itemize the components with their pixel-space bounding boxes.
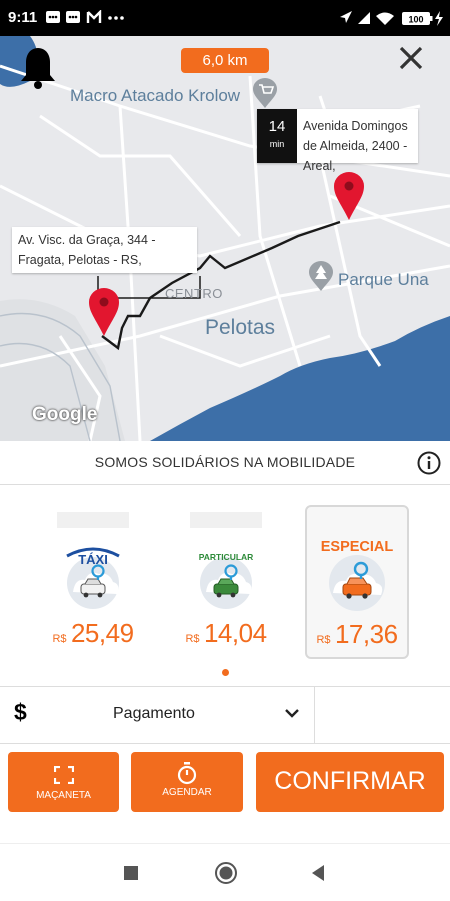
chevron-down-icon [285,709,299,718]
currency-label: R$ [185,633,200,645]
destination-address: Avenida Domingos de Almeida, 2400 - Area… [303,119,408,173]
payment-selector[interactable]: $ Pagamento [0,687,314,743]
price-particular: R$ 14,04 [172,618,280,649]
currency-label: R$ [316,634,331,646]
eta-box: 14 min [257,109,297,163]
carousel-page-indicator [222,669,229,676]
status-bar: 9:11 100 [0,0,450,36]
agendar-label: AGENDAR [162,787,212,798]
eta-unit: min [269,139,285,149]
card-top-bar [190,512,262,528]
payment-divider [314,687,315,743]
timer-icon [177,762,197,785]
confirmar-button[interactable]: CONFIRMAR [256,752,444,812]
notification-icons [46,10,124,23]
badge-especial: ESPECIAL [321,539,394,555]
price-taxi: R$ 25,49 [39,618,147,649]
origin-address: Av. Visc. da Graça, 344 - Fragata, Pelot… [18,233,156,267]
distance-badge: 6,0 km [181,48,269,73]
badge-taxi: TÁXI [78,552,108,567]
agendar-button[interactable]: AGENDAR [131,752,243,812]
navigation-bar [0,843,450,901]
status-time: 9:11 [8,9,38,26]
payment-row: $ Pagamento [0,686,450,744]
battery-level: 100 [408,15,423,25]
city-label: Pelotas [205,316,276,339]
card-top-bar [57,512,129,528]
shopping-cart-icon [253,78,277,108]
map-view[interactable]: Macro Atacado Krolow Parque Una CENTRO P… [0,36,450,441]
eta-value: 14 [268,118,286,135]
google-logo: Google [32,404,98,425]
price-value: 25,49 [70,618,134,648]
ride-option-taxi[interactable]: TÁXI R$ 25,49 [39,508,147,656]
dollar-icon: $ [14,699,27,725]
bell-icon[interactable] [19,45,57,91]
notice-text: SOMOS SOLIDÁRIOS NA MOBILIDADE [94,454,356,470]
poi-macro-atacado[interactable]: Macro Atacado Krolow [70,86,240,106]
ride-option-particular[interactable]: PARTICULAR R$ 14,04 [172,508,280,656]
district-label: CENTRO [165,286,223,301]
square-icon[interactable] [124,866,138,880]
info-icon[interactable] [417,451,441,475]
currency-label: R$ [52,633,67,645]
badge-particular: PARTICULAR [199,552,254,562]
close-icon[interactable] [398,45,424,71]
price-value: 14,04 [203,618,267,648]
price-value: 17,36 [334,619,398,649]
especial-car-icon: ESPECIAL [321,539,394,611]
payment-label: Pagamento [113,705,195,722]
poi-parque-una[interactable]: Parque Una [338,270,429,290]
ride-option-especial[interactable]: ESPECIAL R$ 17,36 [305,505,409,659]
destination-marker[interactable] [334,172,364,222]
confirmar-label: CONFIRMAR [274,767,426,795]
price-especial: R$ 17,36 [307,619,407,650]
solidarity-notice: SOMOS SOLIDÁRIOS NA MOBILIDADE [0,441,450,485]
tree-icon [309,261,333,291]
river-area [150,316,450,441]
destination-bubble[interactable]: 14 min Avenida Domingos de Almeida, 2400… [257,109,418,173]
origin-bubble[interactable]: Av. Visc. da Graça, 344 - Fragata, Pelot… [12,227,197,273]
system-icons: 100 [340,11,443,26]
fullscreen-icon [54,766,74,784]
origin-marker[interactable] [89,288,119,338]
taxi-car-icon: TÁXI [66,547,120,609]
macaneta-label: MAÇANETA [36,790,91,801]
back-icon[interactable] [310,864,326,882]
circle-icon[interactable] [214,861,238,885]
particular-car-icon: PARTICULAR [199,552,254,609]
macaneta-button[interactable]: MAÇANETA [8,752,119,812]
